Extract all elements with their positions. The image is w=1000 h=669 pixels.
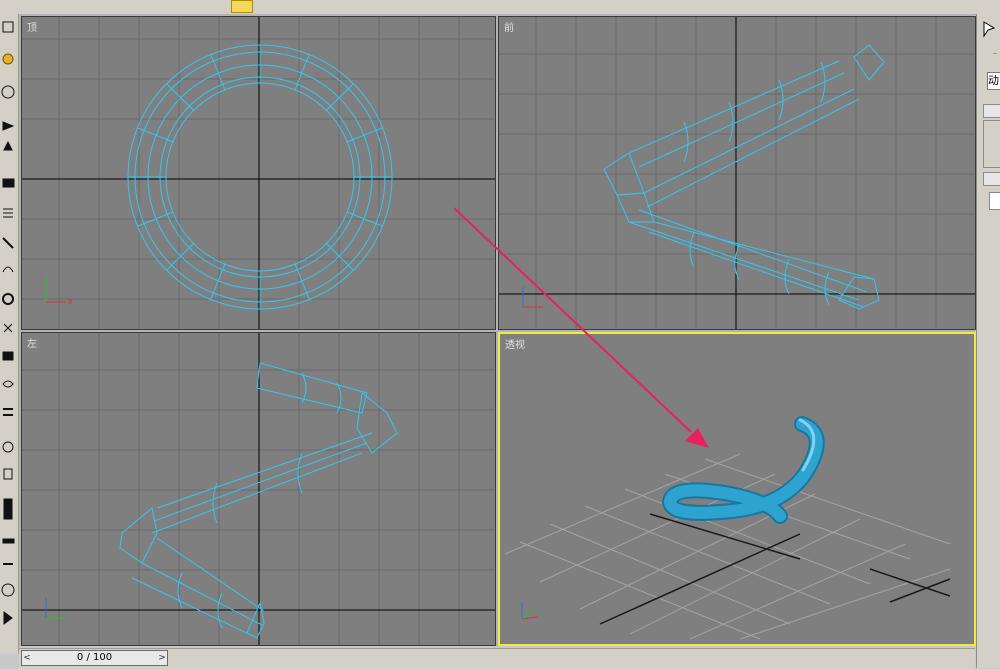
rectangular-selection-button[interactable] bbox=[291, 1, 313, 12]
name-field[interactable] bbox=[989, 192, 1000, 210]
viewport-label-front[interactable]: 前 bbox=[504, 19, 514, 34]
rotate-icon[interactable] bbox=[390, 1, 404, 12]
rollout-collapse-button[interactable] bbox=[983, 104, 1000, 118]
material-editor-icon[interactable] bbox=[880, 1, 894, 12]
align-icon[interactable] bbox=[640, 1, 654, 12]
scale-icon[interactable] bbox=[420, 1, 434, 12]
main-toolbar bbox=[0, 0, 1000, 15]
select-object-button[interactable] bbox=[231, 0, 253, 13]
time-slider[interactable]: < 0 / 100 > bbox=[21, 650, 168, 666]
viewport-label-top[interactable]: 顶 bbox=[27, 19, 37, 34]
left-tool-icons bbox=[1, 21, 15, 625]
command-panel: 动 bbox=[976, 14, 1000, 668]
time-slider-next-button[interactable]: > bbox=[157, 651, 167, 665]
viewport-label-perspective[interactable]: 透视 bbox=[505, 336, 525, 351]
rollout-collapse-button-2[interactable] bbox=[983, 172, 1000, 186]
snap-toggle-icon[interactable] bbox=[545, 1, 559, 12]
move-icon[interactable] bbox=[360, 1, 374, 12]
undo-icon[interactable] bbox=[62, 1, 76, 12]
timeline-bar: < 0 / 100 > bbox=[19, 648, 975, 669]
render-setup-icon[interactable] bbox=[912, 1, 926, 12]
viewport-label-left[interactable]: 左 bbox=[27, 335, 37, 350]
layer-icon[interactable] bbox=[672, 1, 686, 12]
time-slider-position: 0 / 100 bbox=[76, 652, 113, 663]
spell-check-icon[interactable] bbox=[735, 1, 749, 12]
command-panel-tab[interactable]: 动 bbox=[987, 72, 1000, 90]
viewport-area: 顶 y x 前 左 透视 bbox=[19, 14, 976, 646]
render-icon[interactable] bbox=[944, 1, 958, 12]
angle-snap-icon[interactable] bbox=[580, 1, 594, 12]
annotation-arrow bbox=[453, 207, 709, 448]
window-crossing-button[interactable] bbox=[318, 1, 340, 12]
select-by-name-button[interactable] bbox=[262, 1, 276, 12]
command-panel-icons bbox=[983, 21, 1000, 67]
rollout-panel bbox=[983, 120, 1000, 168]
left-tool-strip bbox=[0, 14, 19, 654]
time-slider-prev-button[interactable]: < bbox=[22, 651, 32, 665]
mirror-icon[interactable] bbox=[610, 1, 624, 12]
